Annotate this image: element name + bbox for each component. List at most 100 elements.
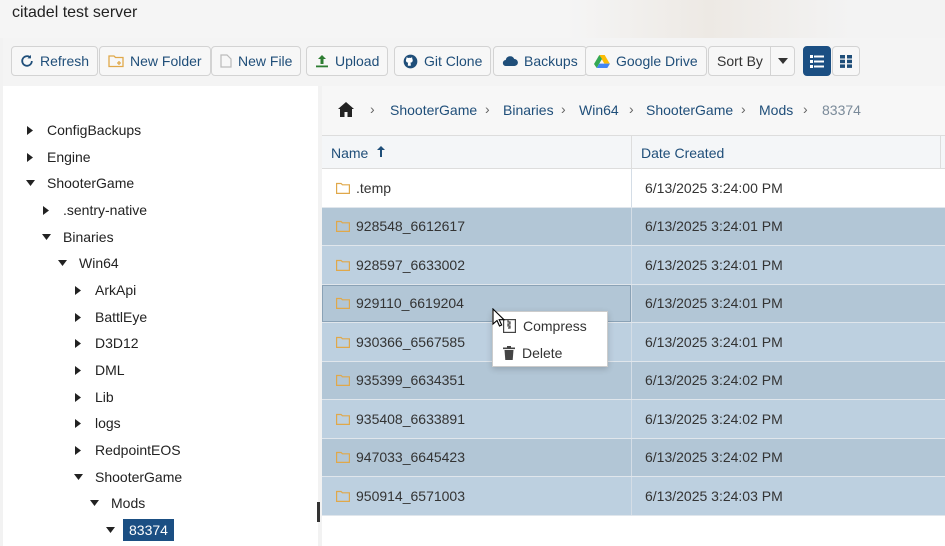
breadcrumb-separator: › <box>561 101 566 117</box>
tree-node-d3d12[interactable]: D3D12 <box>71 332 139 354</box>
folder-icon <box>336 490 350 502</box>
chevron-down-icon[interactable] <box>87 496 101 510</box>
column-divider[interactable] <box>940 136 941 169</box>
tree-node-dml[interactable]: DML <box>71 359 125 381</box>
chevron-right-icon[interactable] <box>71 390 85 404</box>
tree-node-logs[interactable]: logs <box>71 412 121 434</box>
chevron-right-icon[interactable] <box>39 203 53 217</box>
tree-node-shootergame-inner[interactable]: ShooterGame <box>71 466 182 488</box>
tree-node-shootergame[interactable]: ShooterGame <box>23 172 134 194</box>
chevron-down-icon[interactable] <box>103 523 117 537</box>
tree-node-win64[interactable]: Win64 <box>55 252 119 274</box>
tree-node-label: RedpointEOS <box>95 442 181 458</box>
cell-divider <box>631 477 632 515</box>
tree-node-mods[interactable]: Mods <box>87 492 145 514</box>
tree-node-configbackups[interactable]: ConfigBackups <box>23 119 141 141</box>
breadcrumb-separator: › <box>803 101 808 117</box>
tree-node-label: ShooterGame <box>95 469 183 485</box>
compress-label: Compress <box>523 318 587 334</box>
list-view-button[interactable] <box>803 46 831 76</box>
tree-node-label: BattlEye <box>95 309 148 325</box>
date-created-cell: 6/13/2025 3:24:00 PM <box>645 179 783 196</box>
column-header-date[interactable]: Date Created <box>641 145 724 161</box>
context-menu-delete[interactable]: Delete <box>493 340 607 366</box>
breadcrumb-item[interactable]: Win64 <box>579 102 619 118</box>
refresh-button[interactable]: Refresh <box>11 46 99 76</box>
table-row[interactable]: 947033_6645423 6/13/2025 3:24:02 PM <box>322 438 945 477</box>
tree-node-arkapi[interactable]: ArkApi <box>71 279 136 301</box>
google-drive-label: Google Drive <box>616 53 698 69</box>
chevron-right-icon[interactable] <box>71 363 85 377</box>
breadcrumb-item[interactable]: Mods <box>759 102 793 118</box>
folder-tree: ConfigBackups Engine ShooterGame .sentry… <box>3 86 318 546</box>
breadcrumb-separator: › <box>741 101 746 117</box>
cell-divider <box>631 246 632 284</box>
new-folder-button[interactable]: New Folder <box>99 46 211 76</box>
file-name-cell: 950914_6571003 <box>336 488 465 504</box>
tree-node-binaries[interactable]: Binaries <box>39 226 114 248</box>
grid-view-button[interactable] <box>832 46 860 76</box>
cell-divider <box>631 438 632 476</box>
file-name: 935399_6634351 <box>356 372 466 389</box>
file-name: 930366_6567585 <box>356 333 466 350</box>
breadcrumb-item[interactable]: Binaries <box>503 102 554 118</box>
cell-divider <box>631 361 632 399</box>
table-row[interactable]: 930366_6567585 6/13/2025 3:24:01 PM <box>322 323 945 362</box>
git-clone-button[interactable]: Git Clone <box>394 46 492 76</box>
breadcrumb-item[interactable]: ShooterGame <box>390 102 477 118</box>
table-row[interactable]: 929110_6619204 6/13/2025 3:24:01 PM <box>322 284 945 323</box>
file-name-cell: .temp <box>336 180 391 196</box>
folder-icon <box>336 259 350 271</box>
tree-node-lib[interactable]: Lib <box>71 386 114 408</box>
folder-icon <box>336 413 350 425</box>
table-row[interactable]: 928597_6633002 6/13/2025 3:24:01 PM <box>322 246 945 285</box>
folder-icon <box>336 182 350 194</box>
chevron-right-icon[interactable] <box>71 416 85 430</box>
chevron-right-icon[interactable] <box>71 310 85 324</box>
table-row[interactable]: 928548_6612617 6/13/2025 3:24:01 PM <box>322 207 945 246</box>
tree-scrollbar[interactable] <box>317 502 320 522</box>
table-row[interactable]: 935399_6634351 6/13/2025 3:24:02 PM <box>322 361 945 400</box>
tree-node-label: .sentry-native <box>63 202 148 218</box>
table-row[interactable]: 935408_6633891 6/13/2025 3:24:02 PM <box>322 400 945 439</box>
context-menu-compress[interactable]: Compress <box>493 313 607 339</box>
date-created-cell: 6/13/2025 3:24:02 PM <box>645 372 783 389</box>
breadcrumb: › ShooterGame › Binaries › Win64 › Shoot… <box>322 86 945 136</box>
backups-button[interactable]: Backups <box>493 46 587 76</box>
breadcrumb-item[interactable]: ShooterGame <box>646 102 733 118</box>
chevron-right-icon[interactable] <box>23 150 37 164</box>
sort-ascending-icon[interactable] <box>377 146 385 157</box>
tree-node-label: ConfigBackups <box>47 122 142 138</box>
chevron-down-icon[interactable] <box>55 256 69 270</box>
chevron-down-icon[interactable] <box>71 470 85 484</box>
tree-node-redpointeos[interactable]: RedpointEOS <box>71 439 181 461</box>
tree-node-engine[interactable]: Engine <box>23 146 91 168</box>
file-name: 947033_6645423 <box>356 449 466 466</box>
chevron-right-icon[interactable] <box>23 123 37 137</box>
chevron-right-icon[interactable] <box>71 443 85 457</box>
list-view-icon <box>810 54 824 68</box>
trash-icon <box>503 346 515 360</box>
table-row[interactable]: 950914_6571003 6/13/2025 3:24:03 PM <box>322 477 945 516</box>
tree-node-83374[interactable]: 83374 <box>103 519 174 541</box>
new-file-button[interactable]: New File <box>211 46 302 76</box>
new-file-label: New File <box>238 53 293 69</box>
tree-node-sentry-native[interactable]: .sentry-native <box>39 199 147 221</box>
google-drive-button[interactable]: Google Drive <box>585 46 707 76</box>
file-name-cell: 928548_6612617 <box>336 218 465 234</box>
column-header-name[interactable]: Name <box>331 145 368 161</box>
chevron-down-icon[interactable] <box>23 176 37 190</box>
chevron-right-icon[interactable] <box>71 336 85 350</box>
tree-node-battleye[interactable]: BattlEye <box>71 306 147 328</box>
file-name-cell: 935408_6633891 <box>336 411 465 427</box>
table-row[interactable]: .temp 6/13/2025 3:24:00 PM <box>322 169 945 208</box>
home-icon[interactable] <box>338 102 354 117</box>
chevron-right-icon[interactable] <box>71 283 85 297</box>
chevron-down-icon[interactable] <box>39 230 53 244</box>
sort-by-dropdown[interactable]: Sort By <box>708 46 795 76</box>
upload-button[interactable]: Upload <box>306 46 389 76</box>
upload-label: Upload <box>335 53 380 69</box>
breadcrumb-separator: › <box>485 101 490 117</box>
date-created-cell: 6/13/2025 3:24:02 PM <box>645 449 783 466</box>
column-divider[interactable] <box>631 136 632 169</box>
